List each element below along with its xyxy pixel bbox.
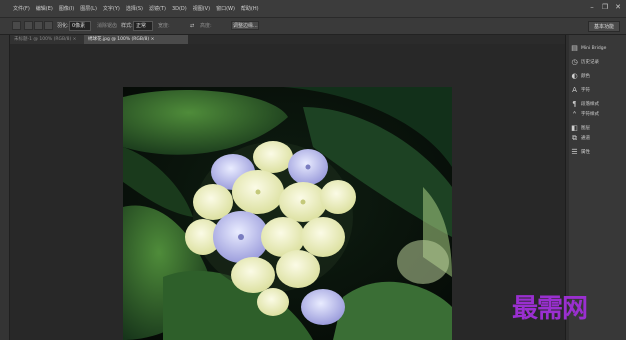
- menu-filter[interactable]: 滤镜(T): [146, 0, 169, 18]
- panel-character[interactable]: A 字符: [571, 85, 590, 95]
- mini-bridge-icon: ▤: [571, 43, 578, 52]
- options-bar: 羽化: 0像素 消除锯齿 样式: 正常 宽度: ⇄ 高度: 调整边缘... 基本…: [0, 18, 626, 35]
- menu-select[interactable]: 选择(S): [123, 0, 146, 18]
- panel-layers[interactable]: ◧ 图层: [571, 123, 590, 133]
- menu-image[interactable]: 图像(I): [56, 0, 77, 18]
- minimize-icon[interactable]: –: [587, 2, 597, 12]
- workspace-essentials-button[interactable]: 基本功能: [587, 21, 620, 32]
- menu-window[interactable]: 窗口(W): [213, 0, 238, 18]
- feather-label: 羽化:: [57, 23, 69, 29]
- menu-type[interactable]: 文字(Y): [100, 0, 123, 18]
- close-icon[interactable]: ✕: [613, 2, 623, 12]
- subtract-selection-icon[interactable]: [44, 21, 53, 30]
- restore-icon[interactable]: ❐: [600, 2, 610, 12]
- panel-paragraph-styles[interactable]: ¶ 段落样式: [571, 99, 599, 109]
- panel-character-styles[interactable]: ᴬ 字符样式: [571, 109, 599, 119]
- photoshop-window: 文件(F) 编辑(E) 图像(I) 图层(L) 文字(Y) 选择(S) 滤镜(T…: [0, 0, 626, 340]
- canvas-workspace[interactable]: [10, 44, 565, 340]
- style-select[interactable]: 正常: [133, 21, 153, 31]
- document-tab-bar: 未标题-1 @ 100% (RGB/8) × 绣球花.jpg @ 100% (R…: [10, 35, 565, 44]
- marquee-tool-preset-icon[interactable]: [12, 21, 21, 30]
- menu-3d[interactable]: 3D(D): [169, 0, 190, 18]
- new-selection-icon[interactable]: [24, 21, 33, 30]
- menu-bar: 文件(F) 编辑(E) 图像(I) 图层(L) 文字(Y) 选择(S) 滤镜(T…: [0, 0, 626, 18]
- style-label: 样式:: [121, 23, 133, 29]
- tab-hydrangea[interactable]: 绣球花.jpg @ 100% (RGB/8) ×: [84, 35, 188, 44]
- toolbox: [0, 35, 10, 340]
- menu-items: 文件(F) 编辑(E) 图像(I) 图层(L) 文字(Y) 选择(S) 滤镜(T…: [0, 0, 262, 18]
- add-selection-icon[interactable]: [34, 21, 43, 30]
- refine-edge-label: 调整边缘...: [233, 23, 258, 29]
- menu-edit[interactable]: 编辑(E): [33, 0, 56, 18]
- hydrangea-photo[interactable]: [123, 87, 452, 340]
- tab-untitled[interactable]: 未标题-1 @ 100% (RGB/8) ×: [10, 35, 90, 44]
- width-label: 宽度:: [158, 23, 170, 29]
- panel-color[interactable]: ◐ 颜色: [571, 71, 590, 81]
- color-icon: ◐: [571, 71, 578, 80]
- feather-input[interactable]: 0像素: [69, 21, 91, 31]
- window-controls: – ❐ ✕: [587, 2, 623, 12]
- panel-history[interactable]: ◷ 历史记录: [571, 57, 599, 67]
- antialias-checkbox[interactable]: 消除锯齿: [97, 21, 117, 31]
- history-icon: ◷: [571, 57, 578, 66]
- channels-icon: ⧉: [572, 133, 577, 142]
- paragraph-icon: ¶: [572, 99, 577, 108]
- menu-layer[interactable]: 图层(L): [77, 0, 100, 18]
- panel-channels[interactable]: ⧉ 通道: [571, 133, 590, 143]
- height-label: 高度:: [200, 23, 212, 29]
- swap-icon[interactable]: ⇄: [190, 21, 194, 31]
- menu-help[interactable]: 帮助(H): [238, 0, 262, 18]
- watermark-text: 最需网: [512, 294, 588, 324]
- layers-icon: ◧: [571, 123, 578, 132]
- panel-properties[interactable]: ☰ 属性: [571, 147, 590, 157]
- panel-mini-bridge[interactable]: ▤ Mini Bridge: [571, 43, 606, 53]
- character-icon: A: [572, 85, 577, 94]
- adjustments-icon: ☰: [571, 147, 578, 156]
- paths-icon: ᴬ: [572, 109, 576, 118]
- menu-file[interactable]: 文件(F): [10, 0, 33, 18]
- menu-view[interactable]: 视图(V): [190, 0, 213, 18]
